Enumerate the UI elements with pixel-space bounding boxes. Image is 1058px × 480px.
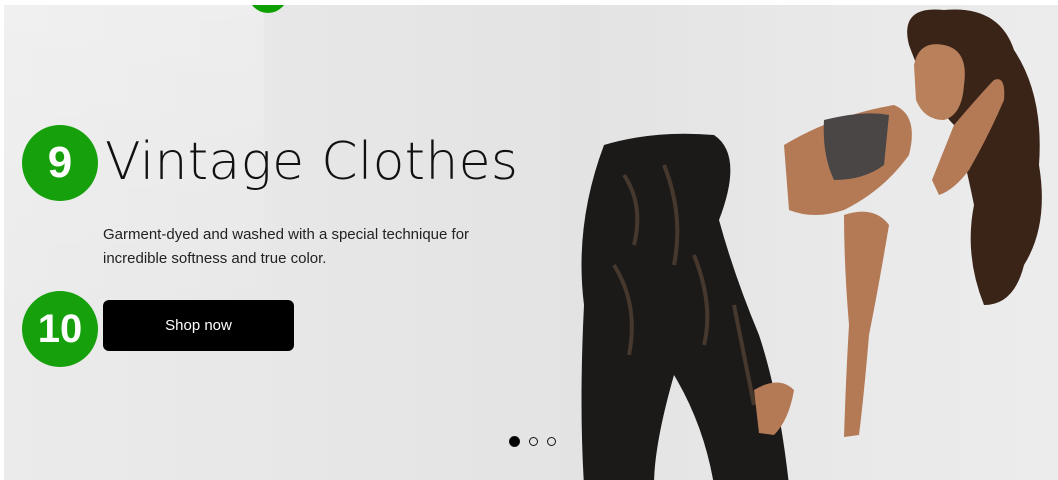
carousel-dot-1[interactable] — [509, 436, 520, 447]
annotation-badge-10: 10 — [22, 291, 98, 367]
annotation-marker-partial — [248, 5, 288, 13]
annotation-badge-9: 9 — [22, 125, 98, 201]
shop-now-button[interactable]: Shop now — [103, 300, 294, 351]
carousel-pagination — [509, 436, 556, 447]
model-photo — [581, 9, 1042, 480]
slide-title: Vintage Clothes — [105, 132, 519, 192]
hero-banner: 9 Vintage Clothes Garment-dyed and washe… — [4, 5, 1058, 480]
slide-description: Garment-dyed and washed with a special t… — [103, 226, 470, 267]
carousel-dot-3[interactable] — [547, 437, 556, 446]
carousel-dot-2[interactable] — [529, 437, 538, 446]
